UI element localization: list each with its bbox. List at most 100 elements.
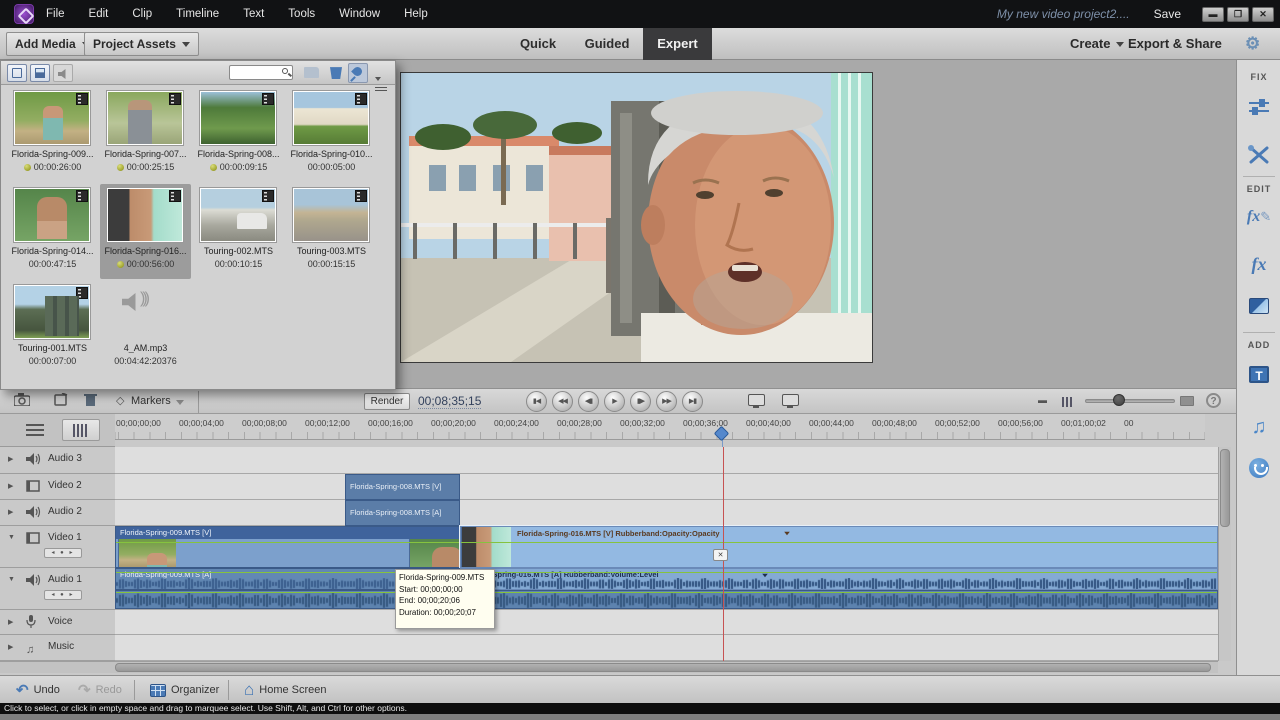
audio-meters-icon[interactable] — [748, 394, 765, 406]
speaker-icon[interactable] — [26, 505, 42, 518]
new-folder-icon[interactable] — [304, 67, 319, 78]
asset-item[interactable]: Touring-002.MTS00:00:10:15 — [193, 184, 284, 279]
redo-button[interactable]: ↷ Redo — [78, 676, 122, 704]
zoom-slider-track[interactable] — [1085, 399, 1175, 403]
clip-a1-florida-spring-016[interactable]: Florida-Spring-016.MTS [A] Rubberband:Vo… — [460, 568, 1218, 590]
asset-item[interactable]: Florida-Spring-014...00:00:47:15 — [7, 184, 98, 279]
asset-item[interactable]: Florida-Spring-007...00:00:25:15 — [100, 87, 191, 182]
create-button[interactable]: Create — [1070, 28, 1124, 60]
pin-icon[interactable] — [348, 63, 368, 83]
menu-clip[interactable]: Clip — [120, 0, 164, 28]
asset-item[interactable]: Touring-003.MTS00:00:15:15 — [286, 184, 377, 279]
fit-timeline-button[interactable] — [1180, 396, 1194, 406]
organizer-button[interactable]: Organizer — [150, 676, 219, 704]
home-screen-button[interactable]: ⌂ Home Screen — [244, 676, 327, 704]
markers-button[interactable]: Markers — [131, 395, 171, 407]
go-to-start-button[interactable]: ▮◀ — [526, 391, 547, 412]
expand-toggle[interactable]: ▶ — [8, 482, 13, 490]
keyframe-nav[interactable]: ◂ ● ▸ — [44, 590, 82, 600]
clip-v1-florida-spring-016[interactable]: Florida-Spring-016.MTS [V] Rubberband:Op… — [460, 526, 1218, 568]
zoom-slider-handle[interactable] — [1113, 394, 1125, 406]
track-lane-audio-2[interactable] — [115, 500, 1218, 526]
chevron-down-icon[interactable] — [176, 400, 184, 405]
zoom-bars-icon[interactable] — [1062, 395, 1072, 410]
asset-item[interactable]: )))4_AM.mp300:04:42:20376 — [100, 281, 191, 376]
frame-forward-button[interactable]: ▮▶ — [630, 391, 651, 412]
speaker-icon[interactable] — [26, 452, 42, 465]
adjust-icon[interactable] — [1237, 98, 1280, 123]
audio-mixer-icon[interactable] — [62, 419, 100, 441]
minimize-button[interactable]: ▬ — [1202, 7, 1224, 22]
undo-button[interactable]: ↶ Undo — [16, 676, 60, 704]
asset-item[interactable]: Florida-Spring-009...00:00:26:00 — [7, 87, 98, 182]
menu-edit[interactable]: Edit — [77, 0, 121, 28]
tools-icon[interactable] — [1237, 144, 1280, 171]
expand-toggle[interactable]: ▼ — [8, 534, 15, 541]
video-filter-button[interactable] — [7, 64, 27, 82]
fx-icon[interactable]: fx — [1237, 254, 1280, 275]
delete-icon[interactable] — [330, 65, 342, 79]
maximize-button[interactable]: ❐ — [1227, 7, 1249, 22]
music-icon[interactable]: ♫ — [1237, 416, 1280, 439]
freeze-frame-icon[interactable] — [14, 393, 30, 409]
clip-v1-florida-spring-009[interactable]: Florida-Spring-009.MTS [V] — [115, 526, 460, 568]
track-lane-music[interactable] — [115, 635, 1218, 661]
render-button[interactable]: Render — [364, 393, 410, 410]
clip-a2-florida-spring-008[interactable]: Florida-Spring-008.MTS [A] — [345, 500, 460, 526]
track-lane-voice[interactable] — [115, 610, 1218, 635]
export-share-button[interactable]: Export & Share — [1128, 28, 1222, 60]
vertical-scrollbar[interactable] — [1218, 447, 1231, 661]
expand-toggle[interactable]: ▶ — [8, 643, 13, 651]
menu-timeline[interactable]: Timeline — [164, 0, 231, 28]
expand-toggle[interactable]: ▶ — [8, 618, 13, 626]
fast-forward-button[interactable]: ▶▶ — [656, 391, 677, 412]
asset-item[interactable]: Florida-Spring-010...00:00:05:00 — [286, 87, 377, 182]
horizontal-scrollbar-thumb[interactable] — [115, 663, 1211, 672]
zoom-out-icon[interactable]: ▬ — [1038, 395, 1047, 405]
project-assets-button[interactable]: Project Assets — [84, 32, 199, 56]
menu-window[interactable]: Window — [327, 0, 392, 28]
frame-back-button[interactable]: ◀▮ — [578, 391, 599, 412]
speaker-icon[interactable] — [26, 573, 42, 586]
rewind-button[interactable]: ◀◀ — [552, 391, 573, 412]
menu-text[interactable]: Text — [231, 0, 276, 28]
save-button[interactable]: Save — [1154, 7, 1181, 21]
time-ruler[interactable]: 00;00;00;0000;00;04;0000;00;08;0000;00;1… — [115, 414, 1205, 440]
transitions-icon[interactable] — [1237, 298, 1280, 319]
expand-toggle[interactable]: ▶ — [8, 455, 13, 463]
music-icon[interactable]: ♫ — [26, 640, 42, 653]
trash-icon[interactable] — [84, 393, 97, 410]
asset-item[interactable]: Touring-001.MTS00:00:07:00 — [7, 281, 98, 376]
mic-icon[interactable] — [26, 615, 42, 628]
menu-tools[interactable]: Tools — [276, 0, 327, 28]
fx-edit-icon[interactable]: fx✎ — [1237, 208, 1280, 226]
go-to-end-button[interactable]: ▶▮ — [682, 391, 703, 412]
current-timecode[interactable]: 00;08;35;15 — [418, 394, 481, 409]
expand-toggle[interactable]: ▼ — [8, 576, 15, 583]
video-icon[interactable] — [26, 479, 42, 492]
video-icon[interactable] — [26, 531, 42, 544]
panel-menu-icon[interactable] — [375, 68, 389, 78]
horizontal-scrollbar[interactable] — [0, 661, 1218, 673]
audio-filter-button[interactable] — [53, 64, 73, 82]
close-button[interactable]: ✕ — [1252, 7, 1274, 22]
track-controls-icon[interactable] — [20, 419, 50, 441]
play-button[interactable]: ▶ — [604, 391, 625, 412]
tab-quick[interactable]: Quick — [505, 28, 571, 60]
titles-icon[interactable]: T — [1237, 366, 1280, 385]
graphics-icon[interactable] — [1237, 458, 1280, 483]
gear-icon[interactable]: ⚙ — [1245, 28, 1260, 60]
expand-toggle[interactable]: ▶ — [8, 508, 13, 516]
keyframe-nav[interactable]: ◂ ● ▸ — [44, 548, 82, 558]
help-icon[interactable]: ? — [1206, 393, 1221, 408]
menu-help[interactable]: Help — [392, 0, 440, 28]
selection-tool-icon[interactable] — [54, 393, 68, 409]
tab-expert[interactable]: Expert — [643, 28, 712, 60]
clip-v2-florida-spring-008[interactable]: Florida-Spring-008.MTS [V] — [345, 474, 460, 500]
image-filter-button[interactable] — [30, 64, 50, 82]
fullscreen-icon[interactable] — [782, 394, 799, 406]
menu-file[interactable]: File — [34, 0, 77, 28]
asset-item[interactable]: Florida-Spring-008...00:00:09:15 — [193, 87, 284, 182]
track-lane-video-2[interactable] — [115, 474, 1218, 500]
asset-item[interactable]: Florida-Spring-016...00:00:56:00 — [100, 184, 191, 279]
